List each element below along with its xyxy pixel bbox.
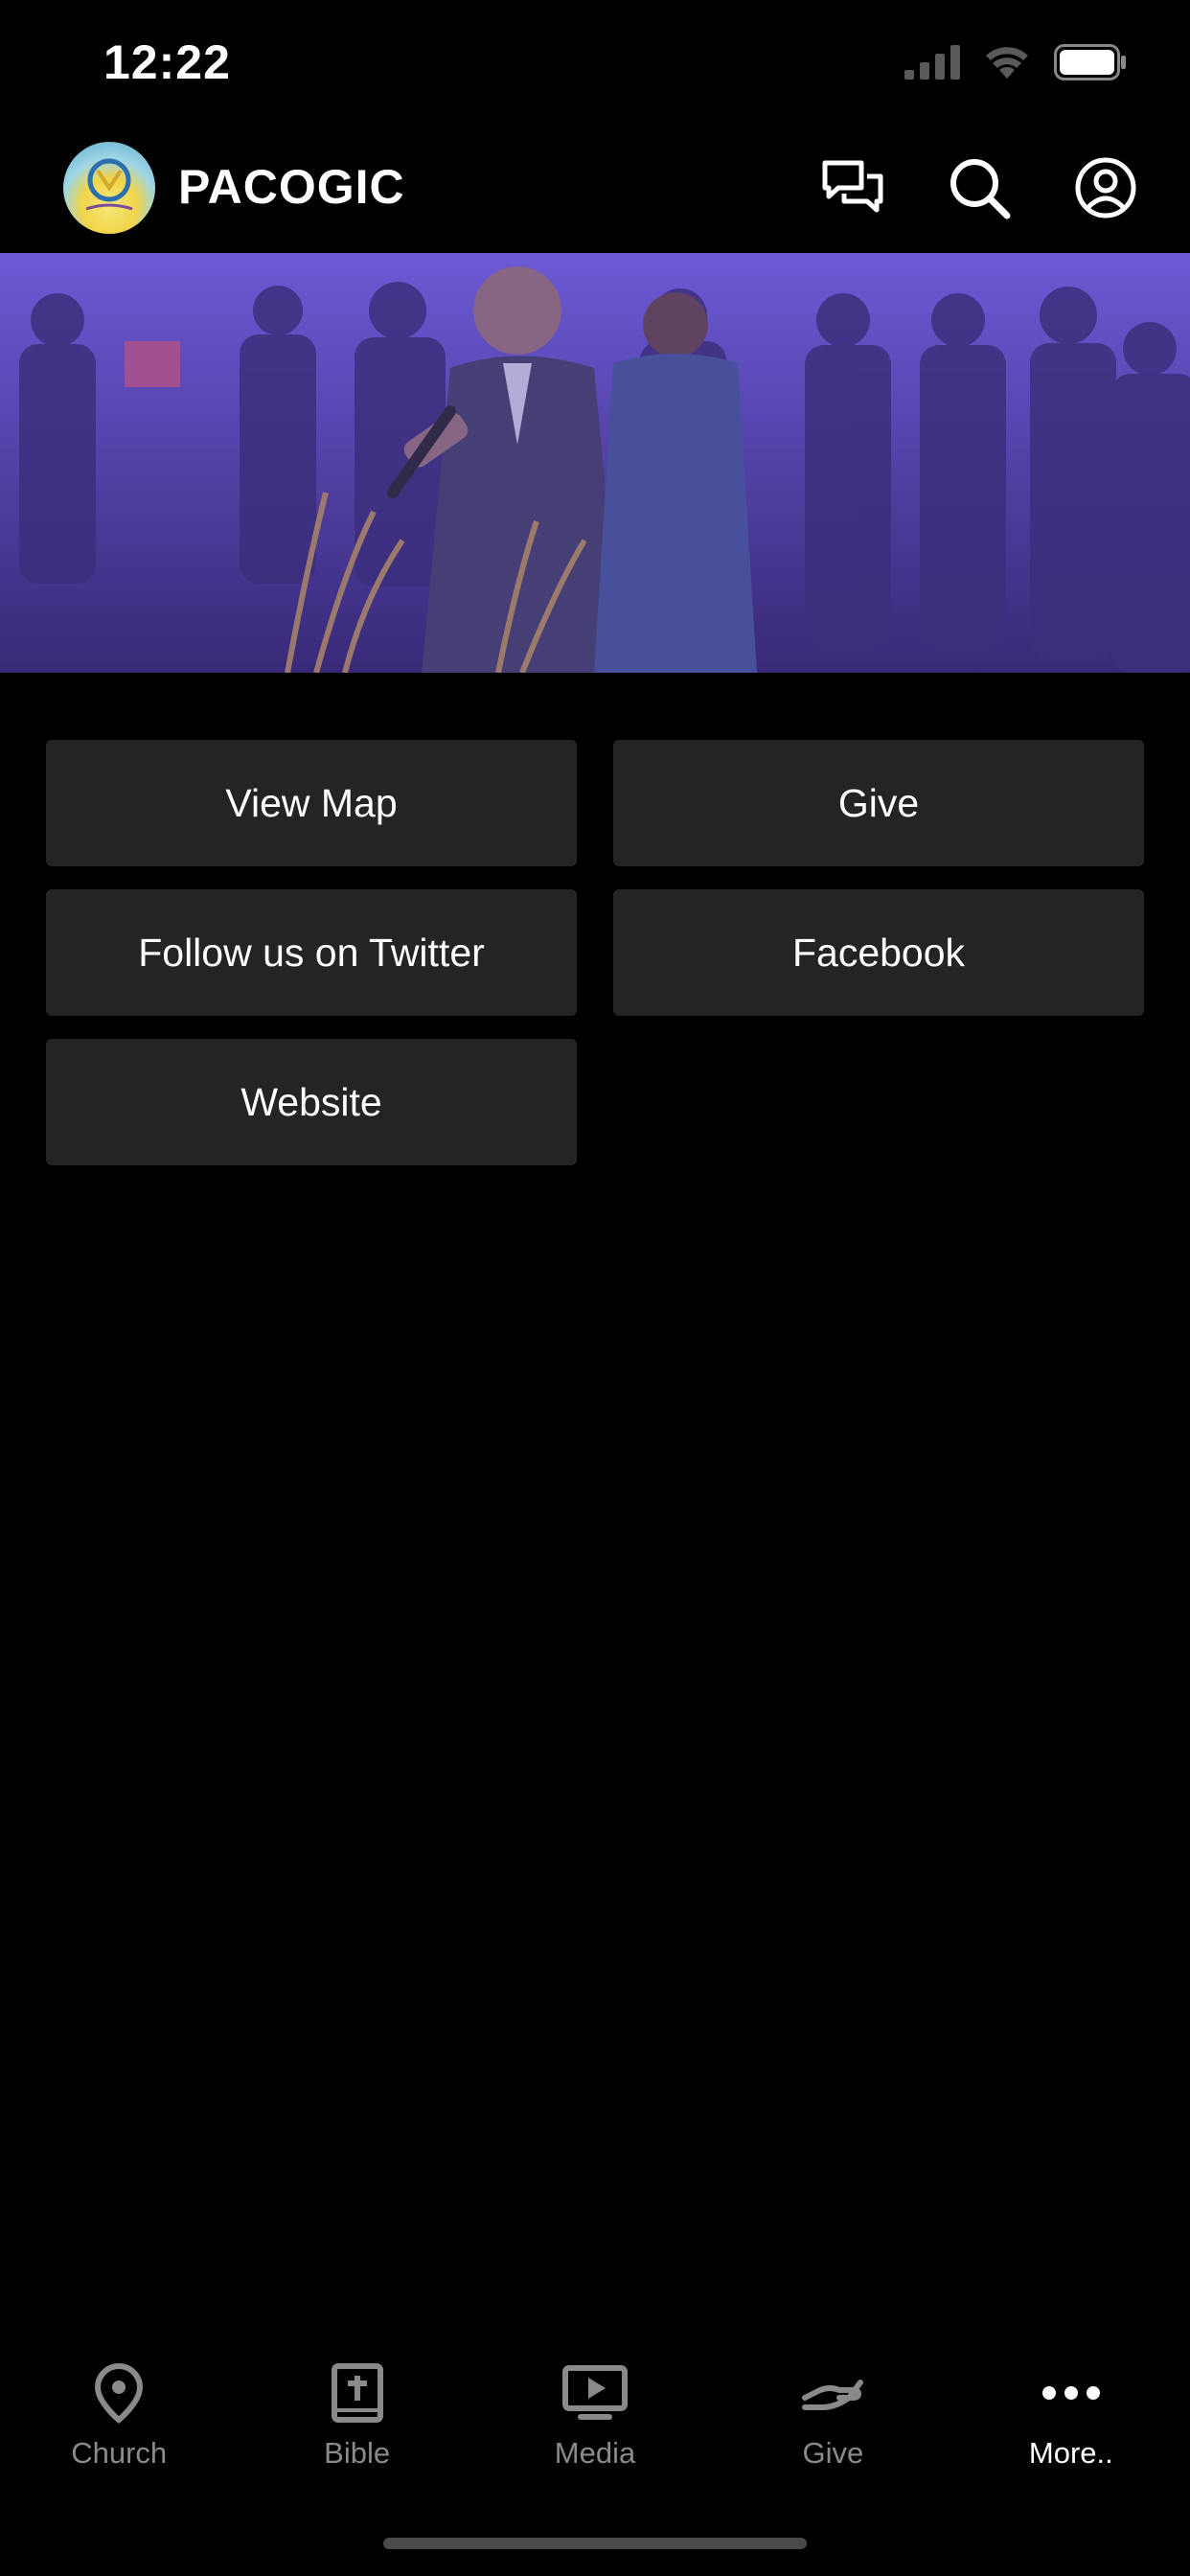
header-actions	[816, 151, 1142, 224]
facebook-button[interactable]: Facebook	[613, 889, 1144, 1016]
wifi-icon	[986, 47, 1028, 79]
search-icon	[950, 159, 1011, 219]
app-header: PACOGIC	[0, 134, 1190, 253]
hero-photo	[0, 253, 1190, 673]
tab-media[interactable]: Media	[476, 2338, 714, 2492]
tab-bible[interactable]: Bible	[238, 2338, 475, 2492]
home-indicator[interactable]	[383, 2538, 807, 2549]
tab-label: Give	[802, 2436, 864, 2470]
tab-label: Bible	[324, 2436, 391, 2470]
chat-button[interactable]	[816, 151, 889, 224]
more-dots-icon	[1038, 2359, 1105, 2426]
account-icon	[1075, 157, 1136, 218]
status-icons	[904, 44, 1127, 80]
account-button[interactable]	[1069, 151, 1142, 224]
app-title: PACOGIC	[178, 160, 405, 214]
location-pin-icon	[85, 2359, 152, 2426]
search-button[interactable]	[943, 151, 1016, 224]
play-screen-icon	[561, 2359, 629, 2426]
give-button[interactable]: Give	[613, 740, 1144, 866]
view-map-button[interactable]: View Map	[46, 740, 577, 866]
tab-bar: Church Bible Media Give More..	[0, 2338, 1190, 2492]
hand-give-icon	[799, 2359, 866, 2426]
status-time: 12:22	[103, 35, 231, 89]
bible-icon	[324, 2359, 391, 2426]
chat-icon	[822, 160, 883, 213]
tab-label: More..	[1028, 2436, 1113, 2470]
tab-more[interactable]: More..	[952, 2338, 1190, 2492]
tab-label: Media	[554, 2436, 636, 2470]
church-logo[interactable]	[63, 142, 155, 234]
status-bar: 12:22	[0, 0, 1190, 134]
cellular-signal-icon	[904, 45, 960, 80]
website-button[interactable]: Website	[46, 1039, 577, 1165]
twitter-button[interactable]: Follow us on Twitter	[46, 889, 577, 1016]
tab-give[interactable]: Give	[714, 2338, 951, 2492]
hero-banner	[0, 253, 1190, 673]
logo-emblem-icon	[85, 158, 133, 211]
tab-church[interactable]: Church	[0, 2338, 238, 2492]
battery-icon	[1054, 44, 1126, 80]
tab-label: Church	[71, 2436, 168, 2470]
